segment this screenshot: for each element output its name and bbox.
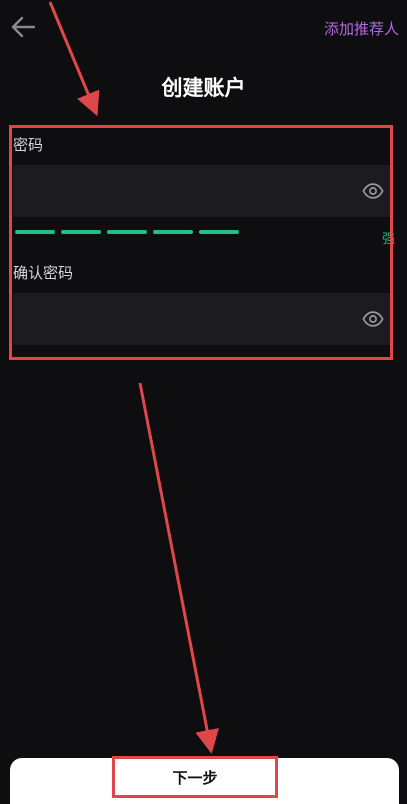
strength-segment	[61, 230, 101, 234]
password-field-container	[13, 165, 394, 219]
confirm-password-input[interactable]	[23, 293, 347, 347]
annotation-arrow-bottom	[138, 382, 219, 754]
password-strength-bar	[15, 230, 239, 234]
back-button[interactable]	[8, 12, 38, 42]
confirm-password-field-container	[13, 293, 394, 347]
strength-label: 强	[381, 232, 395, 247]
password-input[interactable]	[23, 165, 347, 219]
eye-icon[interactable]	[362, 180, 384, 202]
strength-segment	[107, 230, 147, 234]
add-referrer-link[interactable]: 添加推荐人	[324, 18, 399, 39]
annotation-arrows	[48, 1, 219, 754]
eye-icon[interactable]	[362, 308, 384, 330]
page-title: 创建账户	[161, 76, 246, 100]
create-account-screen: 添加推荐人 创建账户 密码 强 确认密码 下一步	[0, 0, 407, 804]
arrow-left-icon	[11, 16, 36, 38]
strength-segment	[199, 230, 239, 234]
strength-segment	[15, 230, 55, 234]
confirm-password-label: 确认密码	[13, 264, 74, 282]
next-step-button[interactable]: 下一步	[112, 756, 278, 798]
strength-segment	[153, 230, 193, 234]
password-label: 密码	[13, 136, 44, 154]
